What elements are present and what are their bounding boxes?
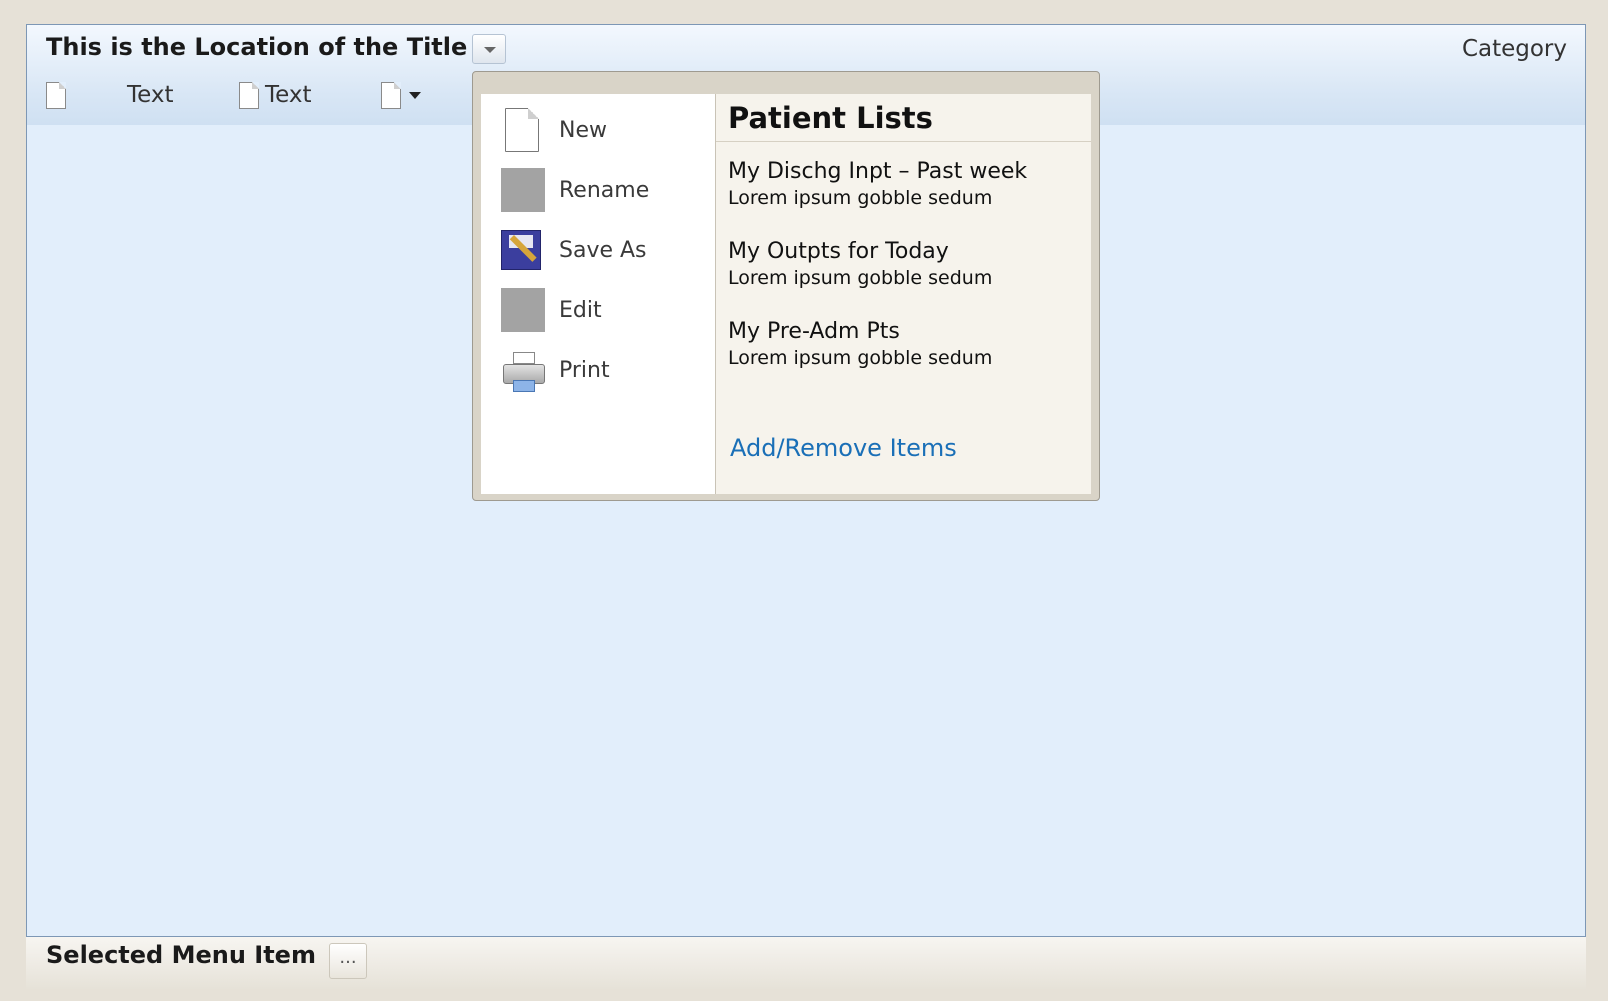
patient-list-name: My Outpts for Today <box>728 239 949 264</box>
menu-item-label: New <box>559 117 607 143</box>
menu-item-label: Save As <box>559 237 647 263</box>
category-label[interactable]: Category <box>1462 36 1567 62</box>
menu-item-new[interactable]: New <box>501 108 607 152</box>
menu-item-label: Print <box>559 357 610 383</box>
document-icon <box>381 81 401 109</box>
patient-lists-panel: Patient Lists My Dischg Inpt – Past week… <box>715 94 1091 494</box>
patient-list-item[interactable]: My Outpts for Today Lorem ipsum gobble s… <box>728 238 992 290</box>
patient-list-item[interactable]: My Pre-Adm Pts Lorem ipsum gobble sedum <box>728 318 992 370</box>
action-menu: New Rename Save As Edit Print <box>481 94 715 494</box>
menu-item-rename[interactable]: Rename <box>501 168 649 212</box>
patient-list-description: Lorem ipsum gobble sedum <box>728 347 993 369</box>
window-title: This is the Location of the Title <box>46 33 468 61</box>
edit-icon <box>501 288 545 332</box>
toolbar-label: Text <box>127 82 174 108</box>
status-bar: Selected Menu Item ... <box>26 937 1586 989</box>
toolbar-label: Text <box>265 82 312 108</box>
new-document-icon <box>501 108 545 152</box>
toolbar-document-dropdown[interactable] <box>381 77 421 113</box>
rename-icon <box>501 168 545 212</box>
document-icon <box>239 81 259 109</box>
add-remove-items-link[interactable]: Add/Remove Items <box>730 434 957 462</box>
selected-menu-item-label: Selected Menu Item <box>46 941 316 969</box>
patient-list-name: My Dischg Inpt – Past week <box>728 159 1028 184</box>
patient-list-name: My Pre-Adm Pts <box>728 319 900 344</box>
menu-item-save-as[interactable]: Save As <box>501 228 647 272</box>
save-as-icon <box>501 228 545 272</box>
menu-item-print[interactable]: Print <box>501 348 610 392</box>
patient-list-description: Lorem ipsum gobble sedum <box>728 187 993 209</box>
toolbar-text-button-2[interactable]: Text <box>239 77 312 113</box>
patient-list-item[interactable]: My Dischg Inpt – Past week Lorem ipsum g… <box>728 158 1027 210</box>
patient-list-description: Lorem ipsum gobble sedum <box>728 267 993 289</box>
menu-item-label: Rename <box>559 177 650 203</box>
toolbar-document-button[interactable] <box>46 77 66 113</box>
menu-item-edit[interactable]: Edit <box>501 288 602 332</box>
menu-item-label: Edit <box>559 297 602 323</box>
toolbar-text-button-1[interactable]: Text <box>127 77 174 113</box>
chevron-down-icon <box>409 91 421 99</box>
title-dropdown-button[interactable] <box>472 34 506 64</box>
printer-icon <box>501 348 545 392</box>
more-button[interactable]: ... <box>329 943 367 979</box>
patient-lists-title: Patient Lists <box>716 94 1091 142</box>
document-icon <box>46 81 66 109</box>
dropdown-popup: New Rename Save As Edit Print Patient Li… <box>472 71 1100 501</box>
